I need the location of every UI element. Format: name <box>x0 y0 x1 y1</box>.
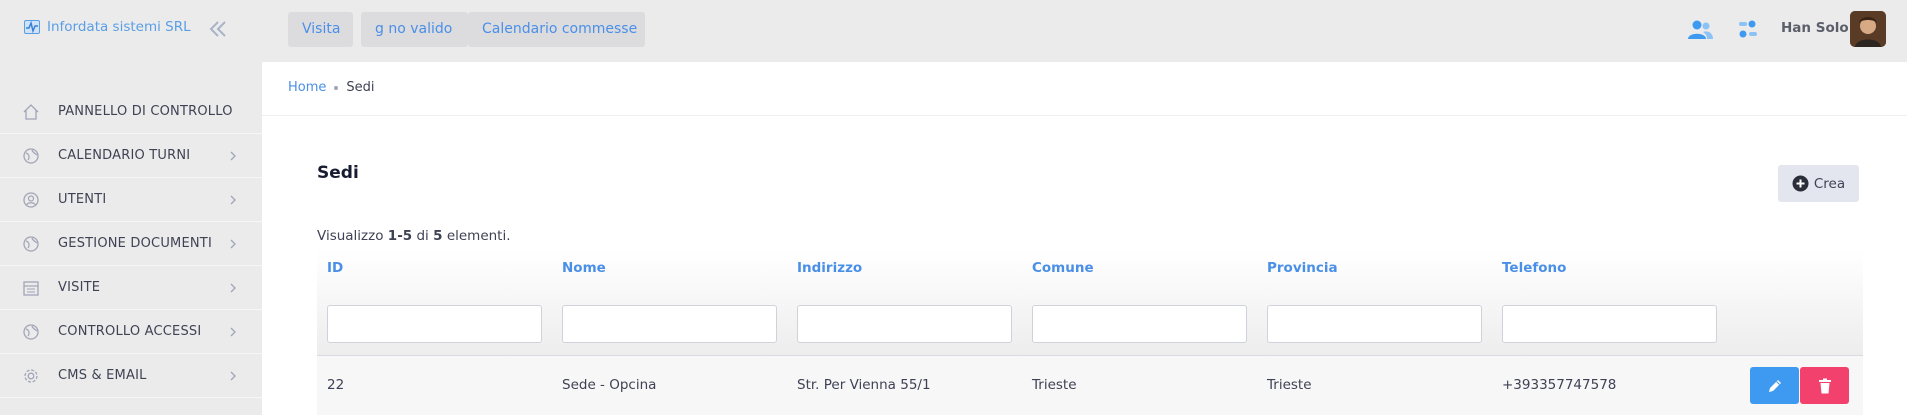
chevron-right-icon <box>230 195 236 204</box>
breadcrumb-current: Sedi <box>346 80 375 95</box>
collapse-sidebar-icon[interactable] <box>208 18 228 40</box>
column-header-id[interactable]: ID <box>327 260 343 276</box>
brand-name: Infordata sistemi SRL <box>47 19 191 35</box>
chevron-right-icon <box>230 371 236 380</box>
breadcrumb-home-link[interactable]: Home <box>288 80 326 95</box>
sidebar-item-label: UTENTI <box>58 192 107 207</box>
sidebar-item-calendario-turni[interactable]: CALENDARIO TURNI <box>0 134 262 178</box>
sidebar-item-label: CONTROLLO ACCESSI <box>58 324 202 339</box>
users-icon[interactable] <box>1686 19 1714 41</box>
cell-provincia: Trieste <box>1267 377 1312 393</box>
toggle-icon[interactable] <box>1737 19 1759 39</box>
avatar[interactable] <box>1850 11 1886 47</box>
sidebar-item-pannello-di-controllo[interactable]: PANNELLO DI CONTROLLO <box>0 90 262 134</box>
cell-nome: Sede - Opcina <box>562 377 657 393</box>
filter-id-input[interactable] <box>327 305 542 343</box>
chevron-right-icon <box>230 327 236 336</box>
breadcrumb: Home Sedi <box>288 80 375 95</box>
pencil-icon <box>1768 379 1781 392</box>
edit-button[interactable] <box>1750 367 1799 404</box>
column-header-telefono[interactable]: Telefono <box>1502 260 1566 276</box>
cell-telefono: +393357747578 <box>1502 377 1617 393</box>
gear-icon <box>24 368 38 383</box>
chevron-right-icon <box>230 239 236 248</box>
cell-indirizzo: Str. Per Vienna 55/1 <box>797 377 931 393</box>
breadcrumb-separator <box>334 85 339 90</box>
sidebar: PANNELLO DI CONTROLLO CALENDARIO TURNI U… <box>0 62 262 415</box>
create-button-label: Crea <box>1813 175 1846 192</box>
sidebar-item-label: CMS & EMAIL <box>58 368 147 383</box>
top-bar: Infordata sistemi SRL Visita g no valido… <box>0 0 1907 62</box>
filter-provincia-input[interactable] <box>1267 305 1482 343</box>
filter-indirizzo-input[interactable] <box>797 305 1012 343</box>
trash-icon <box>1818 378 1831 393</box>
column-header-provincia[interactable]: Provincia <box>1267 260 1338 276</box>
sidebar-item-label: CALENDARIO TURNI <box>58 148 191 163</box>
create-button[interactable]: Crea <box>1778 165 1859 202</box>
plus-circle-icon <box>1792 175 1809 192</box>
pulse-icon <box>24 20 40 34</box>
sidebar-item-controllo-accessi[interactable]: CONTROLLO ACCESSI <box>0 310 262 354</box>
sidebar-item-utenti[interactable]: UTENTI <box>0 178 262 222</box>
sidebar-item-cms-email[interactable]: CMS & EMAIL <box>0 354 262 398</box>
topnav-g-no-valido-button[interactable]: g no valido <box>361 12 468 47</box>
calendar-icon <box>23 280 39 296</box>
sidebar-item-label: GESTIONE DOCUMENTI <box>58 236 212 251</box>
delete-button[interactable] <box>1800 367 1849 404</box>
home-icon <box>23 103 39 120</box>
globe-icon <box>23 147 39 164</box>
column-header-indirizzo[interactable]: Indirizzo <box>797 260 862 276</box>
page-title: Sedi <box>317 163 359 183</box>
filter-nome-input[interactable] <box>562 305 777 343</box>
chevron-right-icon <box>230 283 236 292</box>
brand-logo[interactable]: Infordata sistemi SRL <box>24 19 191 35</box>
header-divider <box>262 115 1907 116</box>
user-name[interactable]: Han Solo <box>1781 20 1849 36</box>
sidebar-item-label: VISITE <box>58 280 101 295</box>
filter-telefono-input[interactable] <box>1502 305 1717 343</box>
sidebar-item-gestione-documenti[interactable]: GESTIONE DOCUMENTI <box>0 222 262 266</box>
chevron-right-icon <box>230 151 236 160</box>
globe-icon <box>23 323 39 340</box>
filter-comune-input[interactable] <box>1032 305 1247 343</box>
user-circle-icon <box>23 191 39 208</box>
column-header-nome[interactable]: Nome <box>562 260 606 276</box>
sidebar-item-label: PANNELLO DI CONTROLLO <box>58 104 233 119</box>
topnav-visita-button[interactable]: Visita <box>288 12 353 47</box>
topnav-calendario-commesse-button[interactable]: Calendario commesse <box>468 12 645 47</box>
cell-comune: Trieste <box>1032 377 1077 393</box>
sidebar-item-visite[interactable]: VISITE <box>0 266 262 310</box>
table-summary: Visualizzo 1-5 di 5 elementi. <box>317 228 511 244</box>
cell-id: 22 <box>327 377 345 393</box>
column-header-comune[interactable]: Comune <box>1032 260 1094 276</box>
globe-icon <box>23 235 39 252</box>
table-row <box>317 356 1863 415</box>
